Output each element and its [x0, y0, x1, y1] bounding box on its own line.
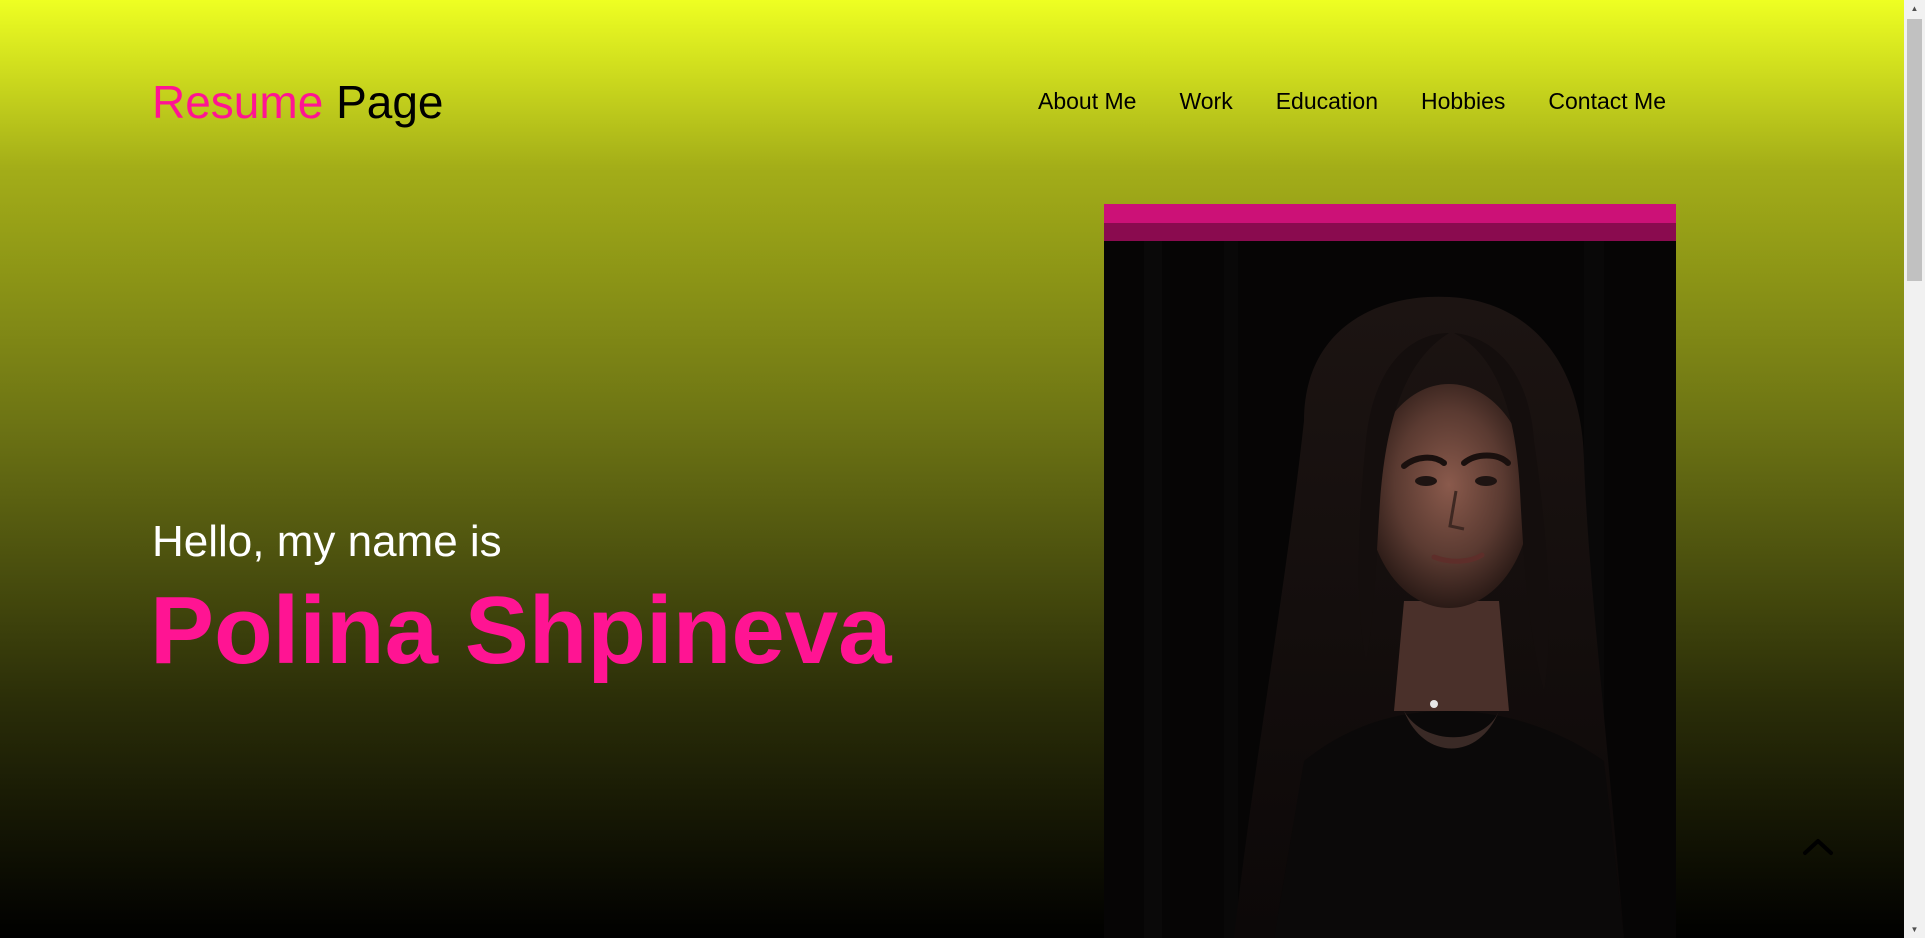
site-logo[interactable]: Resume Page: [152, 74, 444, 130]
hero-name: Polina Shpineva: [150, 577, 892, 684]
nav-link-education[interactable]: Education: [1276, 86, 1378, 116]
profile-photo: [1104, 241, 1676, 938]
chevron-up-icon: [1803, 839, 1833, 855]
nav-link-contact-me[interactable]: Contact Me: [1548, 86, 1666, 116]
triangle-up-icon: ▲: [1910, 4, 1919, 13]
nav-link-work[interactable]: Work: [1179, 86, 1232, 116]
main-nav: About Me Work Education Hobbies Contact …: [1038, 86, 1666, 116]
scrollbar-thumb[interactable]: [1907, 19, 1922, 281]
profile-photo-frame: [1104, 204, 1676, 938]
photo-frame-bar-second: [1104, 223, 1676, 241]
photo-frame-bar-top: [1104, 204, 1676, 223]
scroll-to-top-button[interactable]: [1800, 834, 1836, 858]
scrollbar-down-arrow[interactable]: ▼: [1904, 921, 1925, 938]
portrait-illustration: [1104, 241, 1676, 938]
nav-link-about-me[interactable]: About Me: [1038, 86, 1136, 116]
triangle-down-icon: ▼: [1910, 925, 1919, 934]
nav-link-hobbies[interactable]: Hobbies: [1421, 86, 1505, 116]
vertical-scrollbar[interactable]: ▲ ▼: [1904, 0, 1925, 938]
page: Resume Page About Me Work Education Hobb…: [0, 0, 1925, 938]
logo-accent-text: Resume: [152, 76, 324, 128]
hero-greeting: Hello, my name is: [152, 517, 502, 566]
logo-plain-text: Page: [336, 76, 444, 128]
scrollbar-up-arrow[interactable]: ▲: [1904, 0, 1925, 17]
